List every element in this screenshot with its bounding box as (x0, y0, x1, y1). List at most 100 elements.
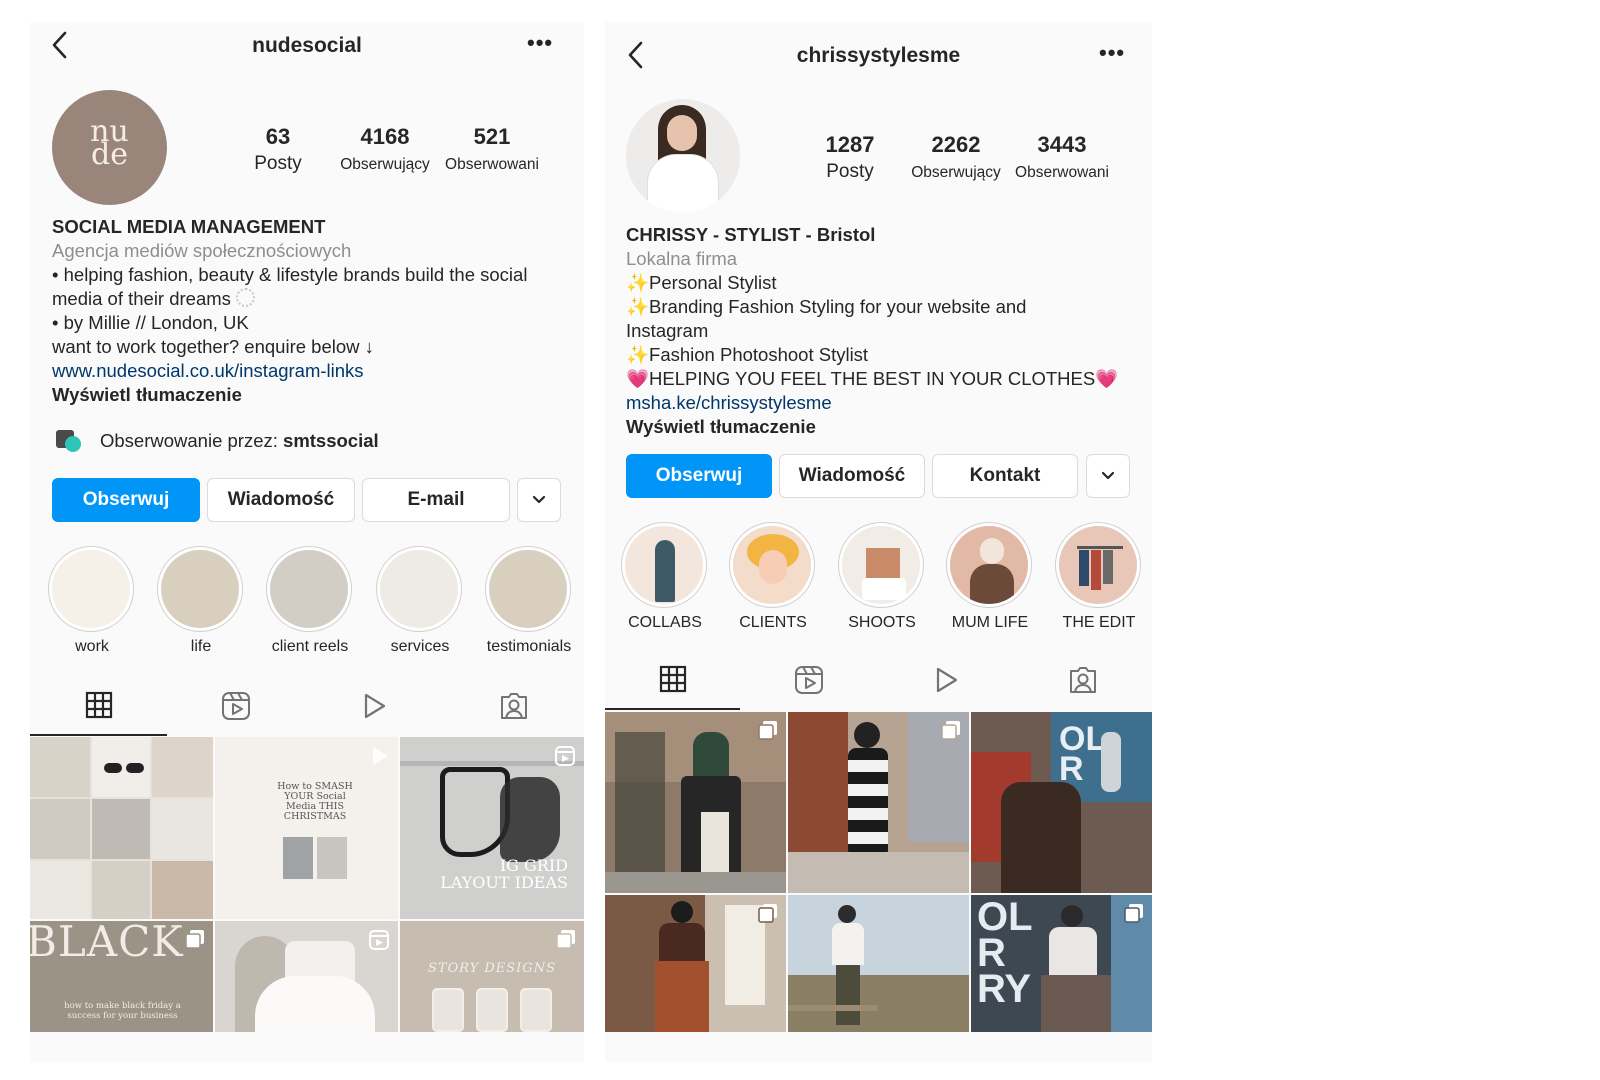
highlight-label: COLLABS (628, 614, 702, 631)
profile-category: Lokalna firma (626, 248, 738, 269)
stat-label: Obserwowani (445, 156, 539, 173)
tab-grid[interactable] (605, 654, 740, 710)
bio-line: • by Millie // London, UK (52, 312, 249, 333)
grid-icon (85, 691, 113, 724)
posts-count: 1287 Posty (810, 132, 890, 183)
grid-post[interactable] (605, 712, 786, 893)
play-icon (360, 692, 388, 725)
bio-line: ✨Branding Fashion Styling for your websi… (626, 296, 1027, 317)
grid-post[interactable]: OL R (971, 712, 1152, 893)
more-options-icon[interactable]: ••• (1099, 40, 1125, 66)
bio-line: ✨Personal Stylist (626, 272, 777, 293)
followers-count[interactable]: 4168 Obserwujący (335, 124, 435, 174)
grid-post[interactable] (605, 895, 786, 1032)
bio-line: Instagram (626, 320, 709, 341)
bio-line: • helping fashion, beauty & lifestyle br… (52, 264, 528, 285)
highlight-label: services (390, 638, 450, 655)
grid-post[interactable]: BLACK how to make black friday a success… (30, 921, 213, 1032)
profile-panel-nudesocial: nudesocial ••• nu de 63 Posty 4168 Obser… (30, 22, 584, 1062)
reels-icon (221, 691, 251, 726)
bio-link[interactable]: www.nudesocial.co.uk/instagram-links (52, 359, 527, 383)
grid-post[interactable]: How to SMASH YOUR Social Media THIS CHRI… (215, 737, 398, 919)
highlight-work[interactable]: work (48, 546, 136, 656)
following-count[interactable]: 3443 Obserwowani (1012, 132, 1112, 182)
bio-line: 💗HELPING YOU FEEL THE BEST IN YOUR CLOTH… (626, 368, 1119, 389)
posts-grid: OL R OL R RY (605, 712, 1152, 1032)
posts-grid: How to SMASH YOUR Social Media THIS CHRI… (30, 737, 584, 1032)
avatar[interactable] (626, 99, 740, 213)
follow-button[interactable]: Obserwuj (626, 454, 772, 498)
tab-tagged[interactable] (1014, 654, 1152, 710)
highlight-services[interactable]: services (376, 546, 464, 656)
profile-bio: CHRISSY - STYLIST - Bristol Lokalna firm… (626, 223, 1118, 439)
highlight-clients[interactable]: CLIENTS (729, 522, 817, 632)
profile-category: Agencja mediów społecznościowych (52, 240, 352, 261)
tab-grid[interactable] (30, 680, 167, 736)
suggested-dropdown-button[interactable] (517, 478, 561, 522)
followed-by-user[interactable]: smtssocial (283, 430, 379, 452)
carousel-badge-icon (758, 720, 778, 745)
highlight-cover (270, 550, 348, 628)
highlight-collabs[interactable]: COLLABS (621, 522, 709, 632)
tab-tagged[interactable] (443, 680, 584, 736)
highlight-the-edit[interactable]: THE EDIT (1055, 522, 1143, 632)
highlight-label: MUM LIFE (951, 614, 1029, 631)
stat-value: 1287 (825, 132, 875, 157)
highlight-client-reels[interactable]: client reels (266, 546, 354, 656)
highlight-cover (161, 550, 239, 628)
chevron-down-icon (1101, 465, 1115, 487)
bio-link[interactable]: msha.ke/chrissystylesme (626, 391, 1118, 415)
grid-post[interactable] (788, 895, 969, 1032)
tab-reels[interactable] (167, 680, 305, 736)
message-button[interactable]: Wiadomość (779, 454, 925, 498)
highlight-cover (52, 550, 130, 628)
post-caption: STORY DESIGNS (428, 961, 556, 976)
stat-label: Posty (254, 153, 302, 174)
grid-post[interactable] (30, 737, 213, 919)
more-options-icon[interactable]: ••• (527, 30, 553, 56)
carousel-badge-icon (1124, 903, 1144, 928)
grid-post[interactable]: STORY DESIGNS (400, 921, 584, 1032)
suggested-dropdown-button[interactable] (1086, 454, 1130, 498)
following-count[interactable]: 521 Obserwowani (442, 124, 542, 174)
reel-badge-icon (368, 745, 390, 772)
profile-bio: SOCIAL MEDIA MANAGEMENT Agencja mediów s… (52, 215, 527, 407)
email-button[interactable]: E-mail (362, 478, 510, 522)
highlight-label: THE EDIT (1062, 614, 1136, 631)
contact-button[interactable]: Kontakt (932, 454, 1078, 498)
profile-name: CHRISSY - STYLIST - Bristol (626, 224, 876, 245)
post-subcaption: how to make black friday a success for y… (64, 1001, 181, 1021)
username-title: chrissystylesme (796, 44, 961, 67)
highlight-shoots[interactable]: SHOOTS (838, 522, 926, 632)
grid-post[interactable] (215, 921, 398, 1032)
message-button[interactable]: Wiadomość (207, 478, 355, 522)
avatar[interactable]: nu de (52, 90, 167, 205)
reel-badge-icon (554, 745, 576, 772)
post-caption: How to SMASH YOUR Social Media THIS CHRI… (277, 781, 353, 822)
highlight-label: testimonials (486, 638, 572, 655)
carousel-badge-icon (758, 903, 778, 928)
followed-by-prefix: Obserwowanie przez: (100, 430, 284, 451)
translate-link[interactable]: Wyświetl tłumaczenie (52, 383, 527, 407)
avatar-monogram-bottom: de (91, 137, 128, 172)
tab-videos[interactable] (877, 654, 1014, 710)
grid-post[interactable] (788, 712, 969, 893)
highlight-testimonials[interactable]: testimonials (485, 546, 573, 656)
highlight-label: CLIENTS (739, 614, 807, 631)
highlight-life[interactable]: life (157, 546, 245, 656)
profile-name: SOCIAL MEDIA MANAGEMENT (52, 216, 326, 237)
tagged-person-icon (1068, 665, 1098, 700)
grid-icon (659, 665, 687, 698)
tab-videos[interactable] (305, 680, 443, 736)
highlight-mum-life[interactable]: MUM LIFE (946, 522, 1034, 632)
translate-link[interactable]: Wyświetl tłumaczenie (626, 415, 1118, 439)
grid-post[interactable]: OL R RY (971, 895, 1152, 1032)
followed-by-row[interactable]: Obserwowanie przez: smtssocial (56, 430, 379, 452)
followers-count[interactable]: 2262 Obserwujący (906, 132, 1006, 182)
stat-label: Obserwujący (340, 156, 430, 173)
grid-post[interactable]: IG GRID LAYOUT IDEAS (400, 737, 584, 919)
carousel-badge-icon (556, 929, 576, 954)
tab-reels[interactable] (740, 654, 877, 710)
follow-button[interactable]: Obserwuj (52, 478, 200, 522)
highlight-label: client reels (271, 638, 349, 655)
